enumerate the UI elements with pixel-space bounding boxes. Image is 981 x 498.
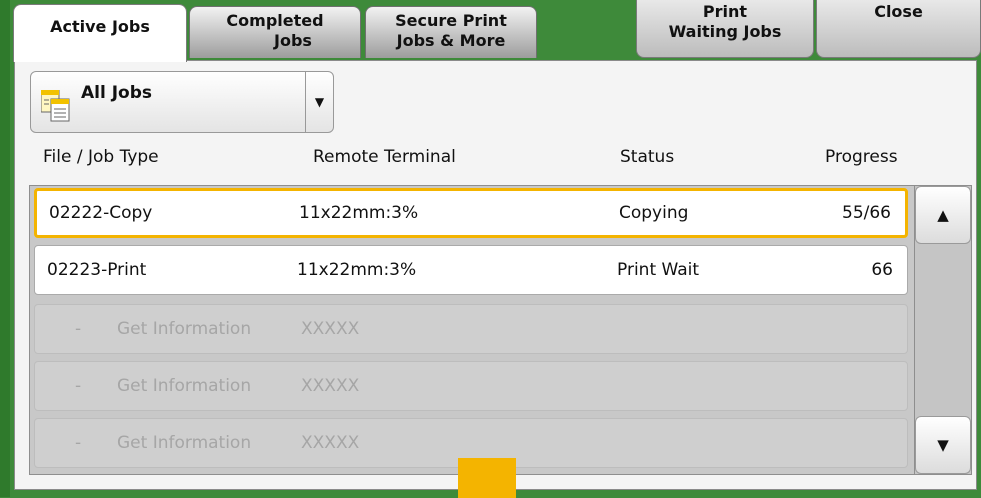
job-remote-terminal: 11x22mm:3% [297, 260, 417, 280]
placeholder-label: Get Information [117, 376, 252, 396]
job-progress: 55/66 [842, 203, 891, 223]
job-row-file: 02223- Print [47, 260, 147, 280]
arrow-down-icon: ▼ [937, 436, 949, 454]
job-list-icon [41, 90, 70, 122]
print-waiting-jobs-button[interactable]: Print Waiting Jobs [636, 0, 814, 58]
tab-bar: Active Jobs Completed Jobs Secure Print … [10, 0, 981, 62]
placeholder-label: Get Information [117, 433, 252, 453]
job-status: Copying [619, 203, 689, 223]
tab-completed-jobs-line1: Completed [226, 11, 324, 30]
tab-active-jobs-label: Active Jobs [50, 17, 150, 36]
job-remote-terminal: 11x22mm:3% [299, 203, 419, 223]
chevron-down-icon[interactable]: ▼ [305, 72, 333, 132]
column-header-status: Status [620, 147, 675, 167]
scroll-up-button[interactable]: ▲ [915, 186, 971, 244]
placeholder-dash: - [75, 319, 82, 339]
job-id: 02223 [47, 260, 102, 280]
job-filter-dropdown[interactable]: All Jobs ▼ [30, 71, 334, 133]
scrollbar[interactable]: ▲ ▼ [915, 185, 972, 475]
job-type: Print [107, 260, 147, 280]
position-indicator [458, 458, 516, 498]
arrow-up-icon: ▲ [937, 206, 949, 224]
job-id: 02222 [49, 203, 104, 223]
placeholder-terminal: XXXXX [301, 433, 360, 453]
placeholder-row: - Get Information XXXXX [34, 304, 908, 354]
left-frame-border [0, 0, 10, 497]
tab-completed-jobs-line2: Jobs [274, 31, 312, 50]
close-button-label: Close [874, 2, 923, 21]
job-status: Print Wait [617, 260, 700, 280]
print-waiting-jobs-line2: Waiting Jobs [668, 22, 782, 41]
scroll-down-button[interactable]: ▼ [915, 416, 971, 474]
job-row[interactable]: 02223- Print 11x22mm:3% Print Wait 66 [34, 245, 908, 295]
print-waiting-jobs-line1: Print [702, 2, 748, 21]
placeholder-dash: - [75, 433, 82, 453]
close-button[interactable]: Close [816, 0, 981, 58]
job-type: Copy [109, 203, 153, 223]
column-header-progress: Progress [825, 147, 898, 167]
column-header-file-job-type: File / Job Type [43, 147, 159, 167]
placeholder-dash: - [75, 376, 82, 396]
column-header-remote-terminal: Remote Terminal [313, 147, 456, 167]
job-list: 02222- Copy 11x22mm:3% Copying 55/66 0222… [29, 185, 915, 475]
placeholder-label: Get Information [117, 319, 252, 339]
active-jobs-panel: All Jobs ▼ File / Job Type Remote Termin… [14, 60, 977, 490]
placeholder-row: - Get Information XXXXX [34, 361, 908, 411]
job-progress: 66 [871, 260, 893, 280]
tab-secure-print-line2: Jobs & More [396, 31, 506, 50]
tab-secure-print-jobs[interactable]: Secure Print Jobs & More [365, 6, 537, 58]
job-row[interactable]: 02222- Copy 11x22mm:3% Copying 55/66 [34, 188, 908, 238]
placeholder-terminal: XXXXX [301, 319, 360, 339]
job-row-file: 02222- Copy [49, 203, 153, 223]
tab-secure-print-line1: Secure Print [395, 11, 507, 30]
job-filter-value: All Jobs [81, 83, 153, 103]
tab-active-jobs[interactable]: Active Jobs [13, 4, 187, 62]
placeholder-terminal: XXXXX [301, 376, 360, 396]
tab-completed-jobs[interactable]: Completed Jobs [189, 6, 361, 58]
